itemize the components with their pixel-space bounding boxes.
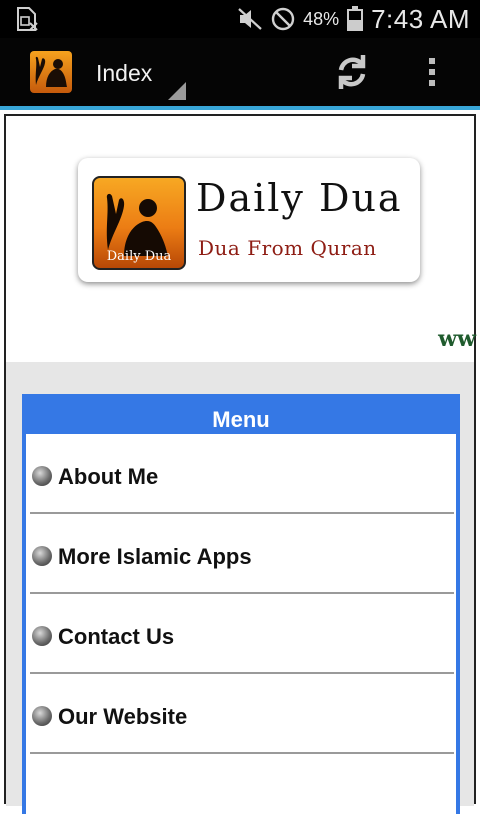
battery-icon: [347, 6, 364, 32]
refresh-icon[interactable]: [332, 52, 372, 92]
bullet-icon: [32, 546, 52, 566]
clock: 7:43 AM: [371, 3, 470, 34]
menu-item-label: About Me: [58, 464, 159, 489]
action-bar-divider: [0, 106, 480, 110]
praying-man-icon: Daily Dua: [92, 176, 186, 270]
action-bar: Index: [0, 38, 480, 106]
mute-icon: [238, 8, 262, 30]
status-bar: 48% 7:43 AM: [0, 0, 480, 38]
header-banner: Daily Dua Daily Dua Dua From Quran ww: [6, 124, 476, 362]
webview[interactable]: Daily Dua Daily Dua Dua From Quran ww Me…: [4, 114, 476, 814]
battery-percent: 48%: [303, 8, 340, 29]
menu-header: Menu: [212, 407, 270, 432]
daily-dua-logo: Daily Dua Daily Dua Dua From Quran: [78, 158, 420, 282]
menu-item-more-islamic-apps[interactable]: More Islamic Apps: [26, 514, 456, 594]
do-not-disturb-icon: [271, 7, 295, 31]
sim-card-icon: [17, 7, 38, 31]
menu-item-about-me[interactable]: About Me: [26, 434, 456, 514]
logo-subtitle: Dua From Quran: [198, 236, 377, 260]
menu-item-contact-us[interactable]: Contact Us: [26, 594, 456, 674]
menu-item-our-website[interactable]: Our Website: [26, 674, 456, 754]
bullet-icon: [32, 706, 52, 726]
overflow-menu-icon[interactable]: [426, 58, 438, 92]
bullet-icon: [32, 626, 52, 646]
screen-title-dropdown[interactable]: Index: [96, 60, 152, 87]
menu-item-label: Our Website: [58, 704, 188, 729]
menu-item-label: Contact Us: [58, 624, 175, 649]
menu-divider: [30, 752, 454, 754]
bullet-icon: [32, 466, 52, 486]
logo-icon-caption: Daily Dua: [106, 249, 172, 264]
main-menu: Menu About Me More Islamic Apps Contact …: [22, 394, 460, 814]
scrolling-website-text: ww: [438, 326, 476, 352]
menu-item-label: More Islamic Apps: [58, 544, 252, 569]
logo-title: Daily Dua: [196, 176, 403, 220]
app-logo-icon: [30, 51, 72, 93]
menu-list: About Me More Islamic Apps Contact Us Ou…: [26, 434, 456, 814]
dropdown-arrow-icon[interactable]: [168, 82, 186, 100]
